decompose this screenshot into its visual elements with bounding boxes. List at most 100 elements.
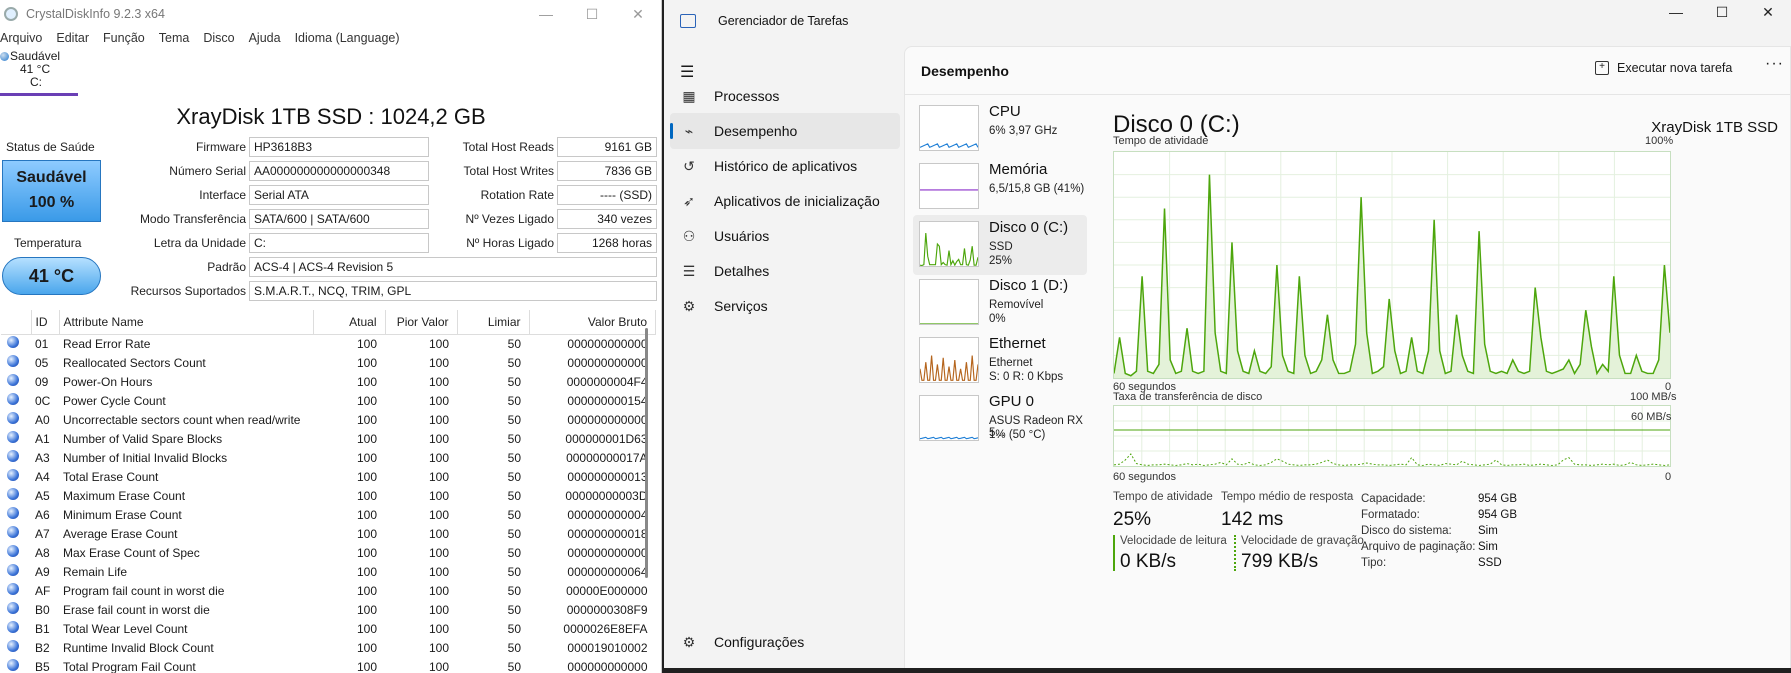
attribute-id: A3 — [35, 450, 50, 465]
nav-item-usuários[interactable]: ⚇ Usuários — [670, 218, 900, 254]
perf-card-line1: 6,5/15,8 GB (41%) — [989, 183, 1085, 195]
table-row[interactable]: A4 Total Erase Count 100 100 50 000000000013 — [1, 467, 656, 486]
table-row[interactable]: A5 Maximum Erase Count 100 100 50 00000000003… — [1, 486, 656, 505]
standard-label: Padrão — [207, 260, 246, 274]
attribute-name: Runtime Invalid Block Count — [63, 640, 214, 655]
table-row[interactable]: A0 Uncorrectable sectors count when read/… — [1, 410, 656, 429]
rotation-rate-value: ---- (SSD) — [557, 185, 657, 205]
health-status-button[interactable]: Saudável 100 % — [2, 160, 101, 222]
minimize-button[interactable]: — — [523, 6, 569, 23]
nav-item-desempenho[interactable]: ⌁ Desempenho — [670, 113, 900, 149]
table-row[interactable]: 09 Power-On Hours 100 100 50 0000000004F4 — [1, 372, 656, 391]
nav-item-processos[interactable]: ▦ Processos — [670, 78, 900, 114]
menu-disco[interactable]: Disco — [203, 31, 234, 45]
perf-card-disk0[interactable]: Disco 0 (C:) SSD 25% — [913, 215, 1087, 275]
table-row[interactable]: A9 Remain Life 100 100 50 000000000064 — [1, 562, 656, 581]
attribute-threshold: 50 — [507, 640, 521, 655]
tm-minimize-button[interactable]: — — [1653, 4, 1699, 21]
power-hours-label: Nº Horas Ligado — [466, 236, 554, 250]
attribute-name: Power-On Hours — [63, 374, 153, 389]
table-row[interactable]: AF Program fail count in worst die 100 100 5… — [1, 581, 656, 600]
table-row[interactable]: A1 Number of Valid Spare Blocks 100 100 50 00… — [1, 429, 656, 448]
perf-card-cpu[interactable]: CPU 6% 3,97 GHz — [913, 99, 1087, 159]
thumbnail-line — [920, 436, 978, 440]
tm-titlebar: Gerenciador de Tarefas — [680, 14, 848, 28]
perf-card-gpu0[interactable]: GPU 0 ASUS Radeon RX 5... 1% (50 °C) — [913, 389, 1087, 449]
temperature-value[interactable]: 41 °C — [2, 257, 101, 295]
selected-indicator — [670, 123, 673, 139]
menu-idioma[interactable]: Idioma (Language) — [295, 31, 400, 45]
header-worst[interactable]: Pior Valor — [385, 310, 458, 335]
table-row[interactable]: A3 Number of Initial Invalid Blocks 100 100… — [1, 448, 656, 467]
new-task-icon: + — [1595, 61, 1609, 75]
header-raw-value[interactable]: Valor Bruto — [529, 310, 656, 335]
perf-card-disk1[interactable]: Disco 1 (D:) Removível 0% — [913, 273, 1087, 333]
menu-ajuda[interactable]: Ajuda — [249, 31, 281, 45]
attribute-threshold: 50 — [507, 659, 521, 673]
menu-tema[interactable]: Tema — [159, 31, 190, 45]
stat-read-label: Velocidade de leitura — [1120, 535, 1227, 547]
attribute-status-icon — [1, 581, 31, 600]
attribute-worst: 100 — [428, 355, 449, 370]
attribute-id: 09 — [35, 374, 49, 389]
perf-card-name: Memória — [989, 161, 1048, 178]
attribute-raw-value: 00000000017A — [566, 450, 648, 465]
tm-window-title: Gerenciador de Tarefas — [718, 14, 849, 28]
table-scrollbar[interactable] — [645, 328, 648, 578]
perf-card-memory[interactable]: Memória 6,5/15,8 GB (41%) — [913, 157, 1087, 217]
firmware-label: Firmware — [196, 140, 246, 154]
perf-card-ethernet[interactable]: Ethernet Ethernet S: 0 R: 0 Kbps — [913, 331, 1087, 391]
table-row[interactable]: B2 Runtime Invalid Block Count 100 100 50 000… — [1, 638, 656, 657]
attribute-raw-value: 000000000018 — [567, 526, 648, 541]
close-button[interactable]: ✕ — [615, 6, 661, 23]
nav-item-serviços[interactable]: ⚙ Serviços — [670, 288, 900, 324]
attribute-worst: 100 — [428, 564, 449, 579]
menu-arquivo[interactable]: Arquivo — [0, 31, 42, 45]
table-row[interactable]: B0 Erase fail count in worst die 100 100 50 0… — [1, 600, 656, 619]
menu-funcao[interactable]: Função — [103, 31, 145, 45]
table-row[interactable]: A8 Max Erase Count of Spec 100 100 50 0000000… — [1, 543, 656, 562]
table-row[interactable]: A6 Minimum Erase Count 100 100 50 00000000000… — [1, 505, 656, 524]
table-row[interactable]: 05 Reallocated Sectors Count 100 100 50 00000… — [1, 353, 656, 372]
host-writes-value: 7836 GB — [557, 161, 657, 181]
nav-item-detalhes[interactable]: ☰ Detalhes — [670, 253, 900, 289]
header-attribute-name[interactable]: Attribute Name — [59, 310, 314, 335]
table-row[interactable]: 0C Power Cycle Count 100 100 50 000000000154 — [1, 391, 656, 410]
attribute-status-icon — [1, 524, 31, 543]
tm-maximize-button[interactable]: ☐ — [1699, 4, 1745, 21]
attribute-status-icon — [1, 562, 31, 581]
attribute-worst: 100 — [428, 602, 449, 617]
menu-editar[interactable]: Editar — [56, 31, 89, 45]
nav-item-label: Detalhes — [714, 263, 770, 279]
attribute-raw-value: 000000000000 — [567, 355, 648, 370]
processes-icon: ▦ — [682, 87, 696, 104]
attribute-current: 100 — [356, 488, 377, 503]
attribute-worst: 100 — [428, 526, 449, 541]
nav-item-label: Usuários — [714, 228, 770, 244]
attribute-threshold: 50 — [507, 450, 521, 465]
nav-item-histórico-de-aplicativos[interactable]: ↺ Histórico de aplicativos — [670, 148, 900, 184]
table-row[interactable]: 01 Read Error Rate 100 100 50 000000000000 — [1, 334, 656, 353]
header-current[interactable]: Atual — [313, 310, 386, 335]
interface-label: Interface — [199, 188, 246, 202]
attribute-raw-value: 000000000000 — [567, 336, 648, 351]
nav-item-settings[interactable]: ⚙ Configurações — [670, 624, 900, 660]
nav-item-aplicativos-de-inicialização[interactable]: ➶ Aplicativos de inicialização — [670, 183, 900, 219]
drive-tab-c[interactable]: Saudável 41 °C C: — [0, 48, 78, 96]
header-threshold[interactable]: Limiar — [457, 310, 530, 335]
attribute-name: Uncorrectable sectors count when read/wr… — [63, 412, 301, 427]
maximize-button[interactable]: ☐ — [569, 6, 615, 23]
table-row[interactable]: B5 Total Program Fail Count 100 100 50 000000… — [1, 657, 656, 673]
attribute-name: Power Cycle Count — [63, 393, 166, 408]
header-id[interactable]: ID — [31, 310, 60, 335]
table-row[interactable]: B1 Total Wear Level Count 100 100 50 0000026E… — [1, 619, 656, 638]
attribute-status-icon — [1, 638, 31, 657]
table-row[interactable]: A7 Average Erase Count 100 100 50 00000000001… — [1, 524, 656, 543]
attribute-id: B2 — [35, 640, 50, 655]
stat-read-value: 0 KB/s — [1120, 551, 1176, 572]
more-options-icon[interactable]: ··· — [1765, 55, 1784, 73]
tm-close-button[interactable]: ✕ — [1745, 4, 1791, 21]
table-header-row: ID Attribute Name Atual Pior Valor Limia… — [1, 310, 656, 335]
attribute-id: A4 — [35, 469, 50, 484]
run-new-task-button[interactable]: + Executar nova tarefa — [1595, 61, 1732, 75]
